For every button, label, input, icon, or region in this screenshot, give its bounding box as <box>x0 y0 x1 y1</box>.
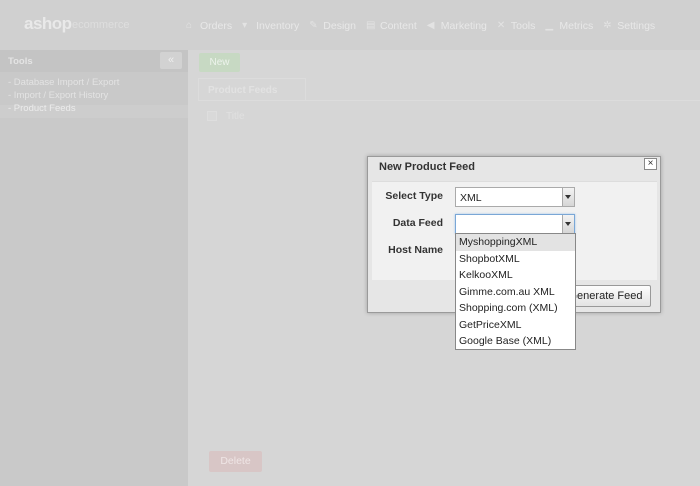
nav-label: Inventory <box>256 20 300 32</box>
dropdown-option[interactable]: Gimme.com.au XML <box>456 284 575 301</box>
dropdown-option[interactable]: GetPriceXML <box>456 317 575 334</box>
brush-icon: ✎ <box>309 20 318 31</box>
nav-marketing[interactable]: ◀ Marketing <box>427 20 487 32</box>
chevron-down-icon[interactable] <box>562 215 574 233</box>
host-name-label: Host Name <box>388 244 443 256</box>
sidebar-header: Tools « <box>0 50 188 72</box>
book-icon: ▤ <box>365 20 376 31</box>
nav-label: Marketing <box>440 20 487 32</box>
data-feed-options-list: MyshoppingXML ShopbotXML KelkooXML Gimme… <box>455 233 576 350</box>
column-header-title[interactable]: Title <box>226 111 245 122</box>
nav-label: Metrics <box>559 20 594 32</box>
nav-label: Tools <box>510 20 536 32</box>
sidebar-item-product-feeds[interactable]: - Product Feeds <box>8 102 178 115</box>
tab-divider <box>198 100 700 101</box>
home-icon: ⌂ <box>186 20 193 31</box>
cart-icon: ▾ <box>242 20 248 31</box>
gears-icon: ✲ <box>603 20 612 31</box>
main-nav: ⌂ Orders ▾ Inventory ✎ Design ▤ Content ◀ Mar… <box>186 20 655 32</box>
dropdown-option[interactable]: MyshoppingXML <box>456 234 575 251</box>
sidebar-links: - Database Import / Export - Import / Ex… <box>8 76 178 115</box>
collapse-sidebar-button[interactable]: « <box>160 52 182 69</box>
dropdown-option[interactable]: KelkooXML <box>456 267 575 284</box>
nav-inventory[interactable]: ▾ Inventory <box>242 20 299 32</box>
dropdown-option[interactable]: Google Base (XML) <box>456 333 575 350</box>
top-bar: ashop ecommerce ⌂ Orders ▾ Inventory ✎ Desi… <box>0 0 700 50</box>
select-type-label: Select Type <box>385 190 443 202</box>
delete-button[interactable]: Delete <box>209 451 262 472</box>
dialog-title: New Product Feed <box>379 161 475 173</box>
sidebar-item-import-export-history[interactable]: - Import / Export History <box>8 89 178 102</box>
nav-label: Design <box>323 20 356 32</box>
dropdown-option[interactable]: ShopbotXML <box>456 251 575 268</box>
nav-label: Orders <box>200 20 233 32</box>
tab-product-feeds[interactable]: Product Feeds <box>198 78 306 101</box>
app-logo-sub: ecommerce <box>72 19 130 31</box>
nav-label: Content <box>379 20 417 32</box>
nav-tools[interactable]: ✕ Tools <box>497 20 536 32</box>
sidebar-title: Tools <box>8 56 33 67</box>
sidebar: Tools « - Database Import / Export - Imp… <box>0 50 188 486</box>
nav-metrics[interactable]: ▁ Metrics <box>545 20 593 32</box>
tools-icon: ✕ <box>496 20 506 31</box>
data-feed-label: Data Feed <box>392 217 443 229</box>
select-all-checkbox[interactable] <box>207 111 217 121</box>
select-type-value: XML <box>460 192 482 204</box>
app-logo[interactable]: ashop <box>24 14 72 34</box>
nav-orders[interactable]: ⌂ Orders <box>186 20 232 32</box>
select-type-dropdown[interactable]: XML <box>455 187 575 207</box>
sidebar-item-database-import-export[interactable]: - Database Import / Export <box>8 76 178 89</box>
nav-design[interactable]: ✎ Design <box>309 20 356 32</box>
dropdown-option[interactable]: Shopping.com (XML) <box>456 300 575 317</box>
nav-label: Settings <box>617 20 656 32</box>
chevron-down-icon[interactable] <box>562 188 574 206</box>
bar-chart-icon: ▁ <box>545 20 554 31</box>
data-feed-dropdown[interactable] <box>455 214 575 234</box>
nav-content[interactable]: ▤ Content <box>366 20 417 32</box>
nav-settings[interactable]: ✲ Settings <box>603 20 655 32</box>
megaphone-icon: ◀ <box>426 20 435 31</box>
new-button[interactable]: New <box>199 53 240 72</box>
close-icon[interactable]: × <box>644 158 657 170</box>
